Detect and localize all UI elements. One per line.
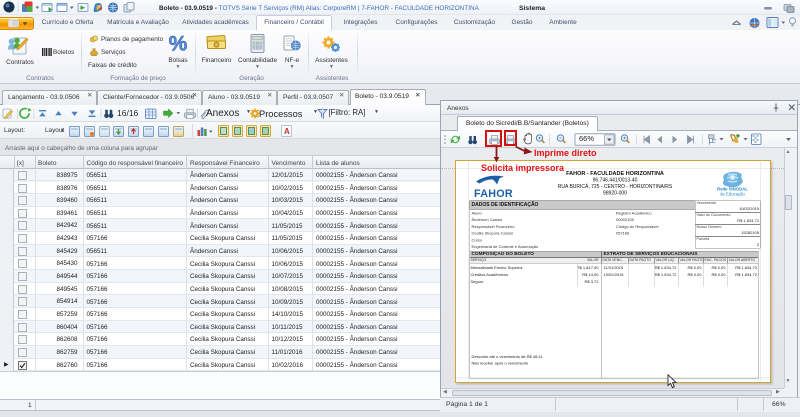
svg-text:de Educação: de Educação [720, 191, 745, 196]
svg-text:%: % [169, 33, 188, 53]
svg-text:Rede SINODAL: Rede SINODAL [717, 186, 748, 191]
svg-text:FAHOR: FAHOR [474, 188, 513, 199]
